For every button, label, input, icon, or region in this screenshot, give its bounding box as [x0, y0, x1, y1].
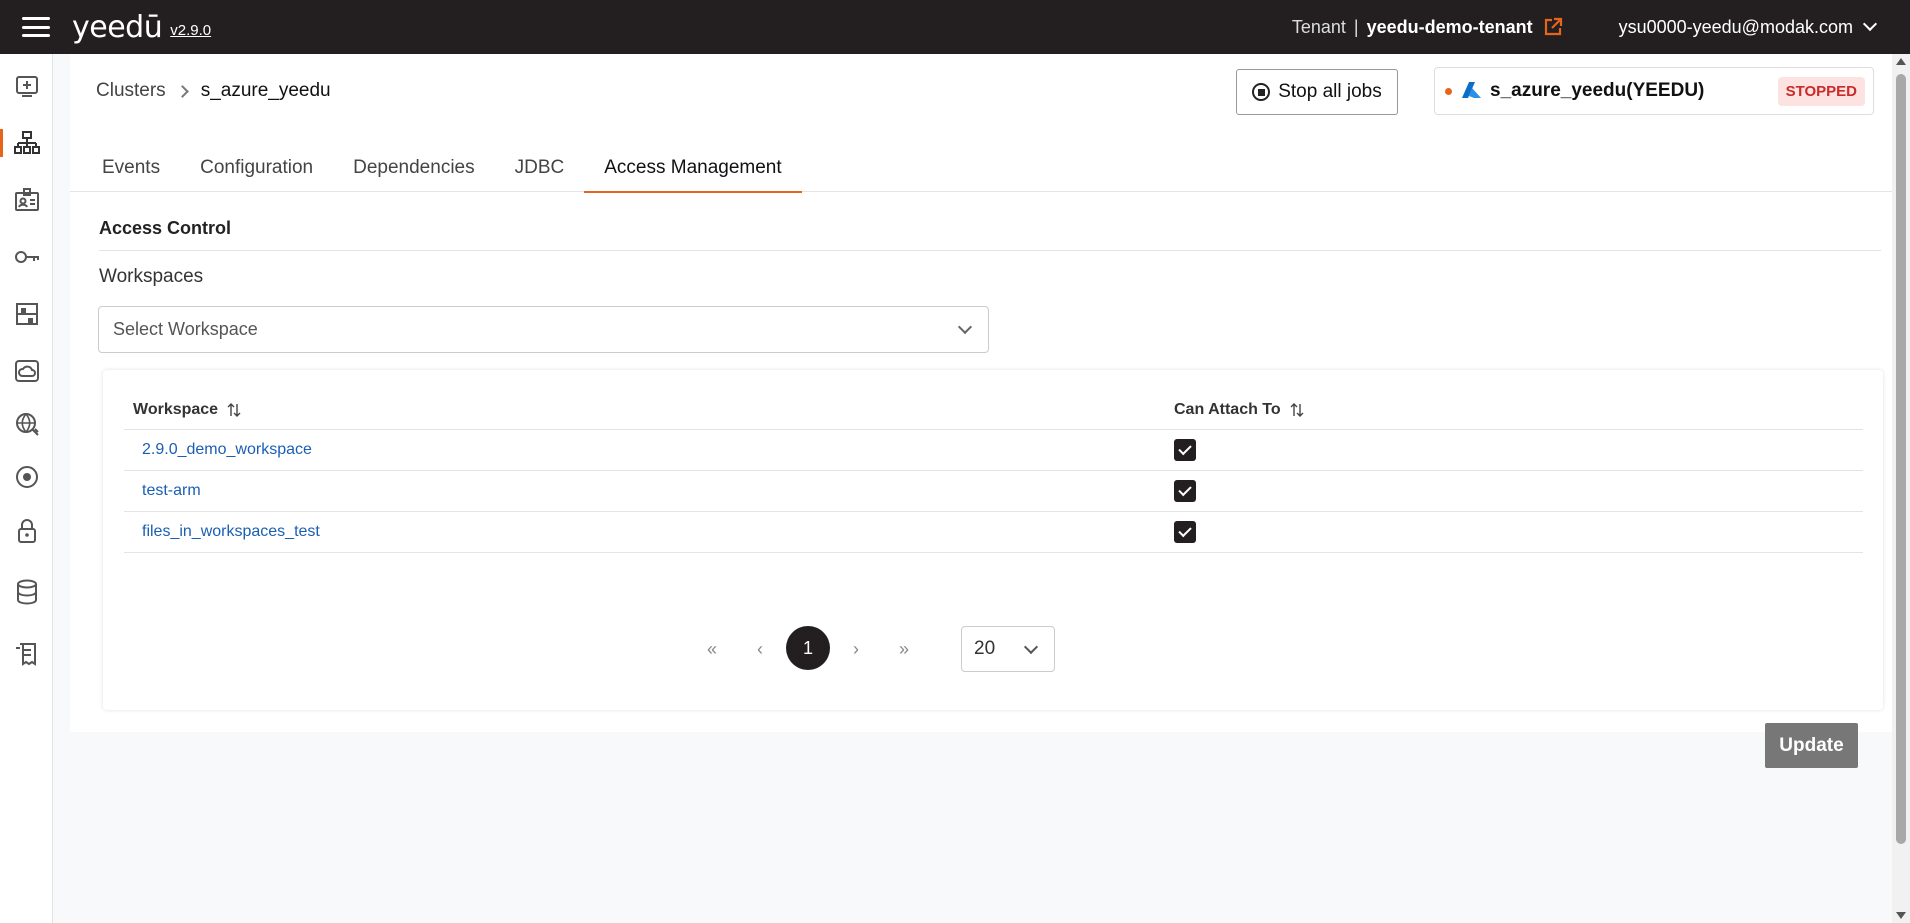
menu-icon[interactable] [22, 17, 50, 37]
last-page-button[interactable]: » [882, 626, 926, 672]
sidebar-item-clusters[interactable] [0, 123, 53, 163]
status-dot [1445, 87, 1452, 95]
target-icon [15, 466, 38, 488]
scroll-up-icon[interactable] [1896, 58, 1906, 65]
workspaces-label: Workspaces [99, 266, 204, 287]
scroll-down-icon[interactable] [1896, 912, 1906, 919]
header-right: Tenant | yeedu-demo-tenant ysu0000-yeedu… [1291, 0, 1878, 54]
table-row: files_in_workspaces_test [124, 512, 1863, 553]
key-icon [14, 251, 39, 263]
chevron-down-icon [1023, 639, 1039, 655]
workspace-link[interactable]: test-arm [142, 482, 201, 500]
stop-all-jobs-button[interactable]: Stop all jobs [1236, 69, 1398, 115]
globe-icon [15, 413, 39, 436]
table-header: Workspace Can Attach To [124, 390, 1863, 430]
chevron-down-icon [957, 319, 973, 335]
workspace-select-placeholder: Select Workspace [113, 319, 258, 339]
sidebar-item-cloud[interactable] [0, 351, 53, 391]
status-badge: STOPPED [1777, 77, 1865, 106]
sidebar-item-network[interactable] [0, 404, 53, 444]
breadcrumb-clusters[interactable]: Clusters [96, 80, 166, 102]
shelves-icon [15, 303, 38, 325]
receipt-icon [15, 643, 36, 666]
tab-dependencies[interactable]: Dependencies [333, 144, 494, 192]
page-1-button[interactable]: 1 [786, 626, 830, 670]
table-row: test-arm [124, 471, 1863, 512]
cluster-status-card: s_azure_yeedu(YEEDU) STOPPED [1434, 67, 1874, 115]
table-row: 2.9.0_demo_workspace [124, 430, 1863, 471]
top-bar: yeedū v2.9.0 Tenant | yeedu-demo-tenant … [0, 0, 1910, 54]
scrollbar[interactable] [1892, 54, 1910, 923]
column-workspace-label: Workspace [133, 400, 219, 418]
can-attach-checkbox[interactable] [1174, 439, 1196, 461]
sidebar-item-create[interactable] [0, 66, 53, 106]
scroll-thumb[interactable] [1896, 74, 1906, 844]
can-attach-checkbox[interactable] [1174, 521, 1196, 543]
user-email[interactable]: ysu0000-yeedu@modak.com [1619, 17, 1853, 38]
update-button[interactable]: Update [1765, 723, 1858, 768]
workspace-table: Workspace Can Attach To 2.9.0_demo_works… [124, 390, 1863, 553]
cloud-box-icon [14, 360, 39, 382]
cluster-name: s_azure_yeedu(YEEDU) [1490, 80, 1705, 101]
stop-circle-icon [1252, 83, 1271, 101]
sidebar-item-storage[interactable] [0, 294, 53, 334]
column-workspace[interactable]: Workspace [124, 401, 1174, 419]
workspace-link[interactable]: files_in_workspaces_test [142, 523, 320, 541]
page-size-value: 20 [974, 638, 996, 659]
tenant-separator: | [1353, 16, 1359, 37]
database-icon [16, 579, 37, 605]
add-box-icon [15, 76, 38, 97]
chevron-right-icon [175, 84, 189, 98]
tab-events[interactable]: Events [70, 144, 180, 192]
sidebar-item-profiles[interactable] [0, 180, 53, 220]
sidebar [0, 54, 53, 923]
next-page-button[interactable]: › [834, 626, 878, 672]
tab-configuration[interactable]: Configuration [180, 144, 333, 192]
azure-icon [1462, 82, 1481, 98]
pagination: « ‹ 1 › » 20 [103, 626, 1883, 672]
workspace-select[interactable]: Select Workspace [98, 306, 989, 353]
sidebar-item-security[interactable] [0, 511, 53, 551]
version-link[interactable]: v2.9.0 [170, 22, 211, 39]
sidebar-item-logs[interactable] [0, 634, 53, 674]
sidebar-item-database[interactable] [0, 572, 53, 612]
can-attach-checkbox[interactable] [1174, 480, 1196, 502]
page-size-select[interactable]: 20 [961, 626, 1055, 672]
column-can-attach[interactable]: Can Attach To [1174, 401, 1305, 419]
stop-all-jobs-label: Stop all jobs [1278, 81, 1382, 102]
breadcrumb-current: s_azure_yeedu [200, 80, 331, 101]
sort-icon[interactable] [226, 402, 242, 418]
tenant-label: Tenant [1291, 16, 1346, 37]
prev-page-button[interactable]: ‹ [738, 626, 782, 672]
lock-icon [17, 519, 36, 543]
tenant-name: yeedu-demo-tenant [1366, 16, 1533, 37]
workspace-table-card: Workspace Can Attach To 2.9.0_demo_works… [103, 370, 1883, 710]
external-link-icon[interactable] [1543, 17, 1563, 37]
tab-access-management[interactable]: Access Management [584, 144, 803, 193]
workspace-link[interactable]: 2.9.0_demo_workspace [142, 441, 312, 459]
id-card-icon [14, 188, 39, 211]
column-can-attach-label: Can Attach To [1174, 400, 1281, 418]
app-logo[interactable]: yeedū [72, 10, 163, 45]
section-title: Access Control [99, 218, 232, 238]
sidebar-item-credentials[interactable] [0, 237, 53, 277]
tab-jdbc[interactable]: JDBC [495, 144, 585, 192]
tab-bar: Events Configuration Dependencies JDBC A… [70, 144, 1892, 193]
divider [99, 250, 1881, 251]
chevron-down-icon[interactable] [1862, 16, 1878, 32]
main-content: Clusters s_azure_yeedu Stop all jobs s_a… [70, 54, 1892, 732]
hierarchy-icon [13, 131, 40, 154]
first-page-button[interactable]: « [690, 626, 734, 672]
breadcrumb: Clusters s_azure_yeedu [96, 80, 331, 102]
sort-icon[interactable] [1289, 402, 1305, 418]
sidebar-item-target[interactable] [0, 457, 53, 497]
